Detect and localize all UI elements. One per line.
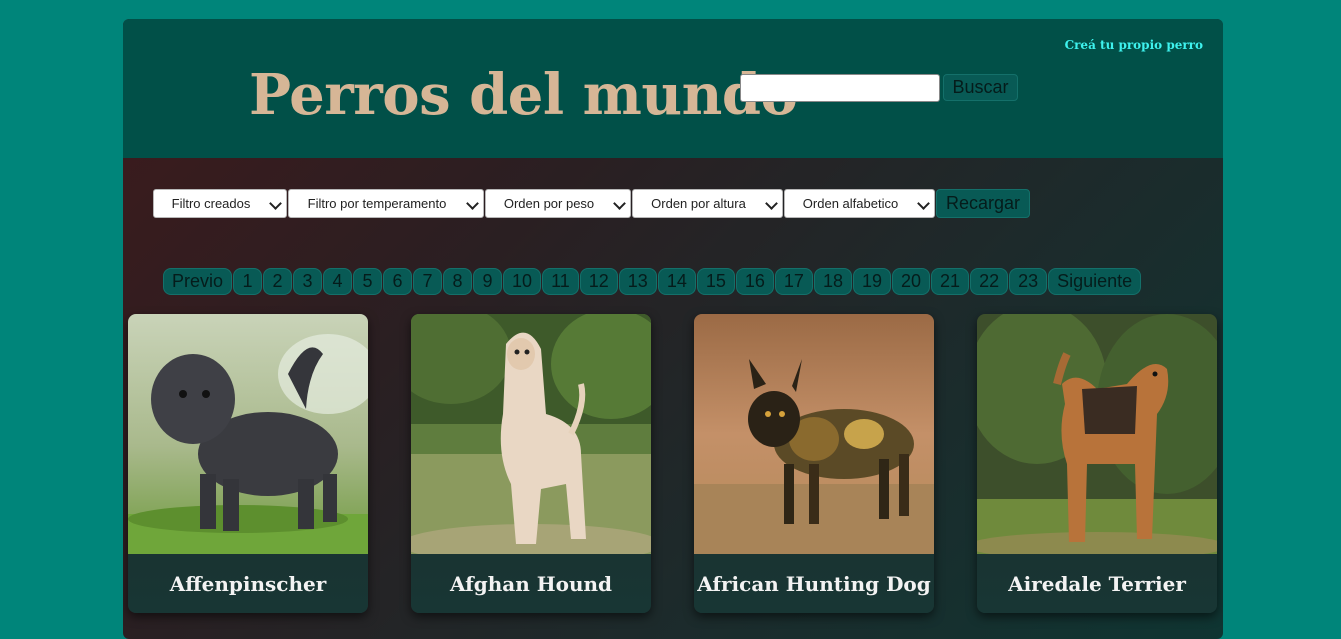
chevron-down-icon <box>917 197 930 210</box>
african-hunting-dog-photo <box>694 314 934 554</box>
page-title: Perros del mundo <box>249 62 798 128</box>
page-button[interactable]: 14 <box>657 268 696 295</box>
airedale-terrier-photo <box>977 314 1217 554</box>
create-dog-link[interactable]: Creá tu propio perro <box>1065 38 1203 52</box>
page-button[interactable]: 21 <box>931 268 970 295</box>
dog-card[interactable]: Affenpinscher <box>128 314 368 613</box>
filter-created-label: Filtro creados <box>171 196 251 211</box>
page-button[interactable]: 10 <box>503 268 542 295</box>
chevron-down-icon <box>269 197 282 210</box>
page-button[interactable]: 16 <box>735 268 774 295</box>
sort-alpha-label: Orden alfabetico <box>802 196 899 211</box>
next-page-button[interactable]: Siguiente <box>1048 268 1142 295</box>
sort-weight-label: Orden por peso <box>503 196 595 211</box>
page-button[interactable]: 1 <box>233 268 263 295</box>
dog-card-name: Airedale Terrier <box>1008 571 1186 596</box>
sort-weight-select[interactable]: Orden por peso <box>485 189 631 218</box>
dog-card-name: Affenpinscher <box>169 571 327 596</box>
dog-card[interactable]: African Hunting Dog <box>694 314 934 613</box>
prev-page-button[interactable]: Previo <box>163 268 233 295</box>
page-button[interactable]: 11 <box>542 268 579 295</box>
search-button[interactable]: Buscar <box>943 74 1018 101</box>
filter-temperament-select[interactable]: Filtro por temperamento <box>288 189 484 218</box>
dog-card-name: African Hunting Dog <box>697 571 931 596</box>
page-button[interactable]: 18 <box>813 268 852 295</box>
reload-button[interactable]: Recargar <box>936 189 1030 218</box>
filter-temperament-label: Filtro por temperamento <box>307 196 447 211</box>
header: Creá tu propio perro Perros del mundo Bu… <box>123 19 1223 158</box>
page-button[interactable]: 5 <box>353 268 383 295</box>
page-button[interactable]: 8 <box>443 268 473 295</box>
page-button[interactable]: 13 <box>618 268 657 295</box>
page-button[interactable]: 2 <box>263 268 293 295</box>
dog-card-name: Afghan Hound <box>449 571 613 596</box>
page-button[interactable]: 15 <box>696 268 735 295</box>
affenpinscher-photo <box>128 314 368 554</box>
dog-card[interactable]: Airedale Terrier <box>977 314 1217 613</box>
page-button[interactable]: 4 <box>323 268 353 295</box>
sort-height-label: Orden por altura <box>651 196 746 211</box>
sort-alpha-select[interactable]: Orden alfabetico <box>784 189 935 218</box>
search-input[interactable] <box>740 74 940 102</box>
page-button[interactable]: 17 <box>774 268 813 295</box>
main-container: Creá tu propio perro Perros del mundo Bu… <box>123 19 1223 639</box>
page-button[interactable]: 9 <box>473 268 503 295</box>
page-button[interactable]: 19 <box>852 268 891 295</box>
dog-card[interactable]: Afghan Hound <box>411 314 651 613</box>
page-button[interactable]: 20 <box>892 268 931 295</box>
chevron-down-icon <box>765 197 778 210</box>
chevron-down-icon <box>613 197 626 210</box>
page-button[interactable]: 3 <box>293 268 323 295</box>
page-button[interactable]: 23 <box>1009 268 1048 295</box>
filter-created-select[interactable]: Filtro creados <box>153 189 287 218</box>
page-button[interactable]: 12 <box>579 268 618 295</box>
page-button[interactable]: 7 <box>413 268 443 295</box>
afghan-hound-photo <box>411 314 651 554</box>
filter-bar: Filtro creados Filtro por temperamento O… <box>153 189 1030 219</box>
dog-card-grid: Affenpinscher Afghan Hound African Hunti… <box>128 314 1218 614</box>
page-button[interactable]: 6 <box>383 268 413 295</box>
sort-height-select[interactable]: Orden por altura <box>632 189 783 218</box>
pagination: Previo 1 2 3 4 5 6 7 8 9 10 11 12 13 14 15 16 17 18 19 20 21… <box>163 268 1142 295</box>
page-button[interactable]: 22 <box>970 268 1009 295</box>
chevron-down-icon <box>466 197 479 210</box>
